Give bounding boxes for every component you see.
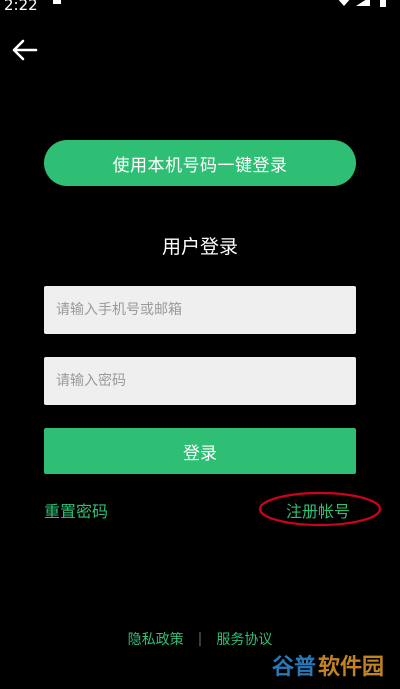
- reset-password-link[interactable]: 重置密码: [44, 498, 108, 522]
- watermark-logo: 谷普 软件园: [272, 654, 384, 679]
- svg-text:软件园: 软件园: [318, 654, 384, 679]
- one-click-login-button[interactable]: 使用本机号码一键登录: [44, 140, 356, 186]
- back-button[interactable]: [8, 36, 40, 64]
- privacy-policy-link[interactable]: 隐私政策: [128, 629, 184, 649]
- password-input[interactable]: [44, 357, 356, 405]
- service-agreement-link[interactable]: 服务协议: [216, 629, 272, 649]
- login-button[interactable]: 登录: [44, 428, 356, 474]
- status-bar: 2:22: [0, 0, 400, 16]
- register-account-link[interactable]: 注册帐号: [286, 498, 350, 522]
- arrow-left-icon: [12, 39, 38, 61]
- footer: 隐私政策 | 服务协议: [0, 629, 400, 649]
- user-login-title: 用户登录: [161, 236, 238, 258]
- wifi-icon: [338, 0, 350, 6]
- status-time: 2:22: [4, 0, 38, 14]
- notification-icon: [53, 0, 61, 4]
- battery-icon: [380, 0, 386, 7]
- phone-email-input[interactable]: [44, 286, 356, 334]
- signal-icon: [356, 0, 370, 6]
- status-icons: [338, 0, 386, 7]
- svg-text:谷普: 谷普: [272, 654, 316, 679]
- footer-separator: |: [197, 631, 203, 647]
